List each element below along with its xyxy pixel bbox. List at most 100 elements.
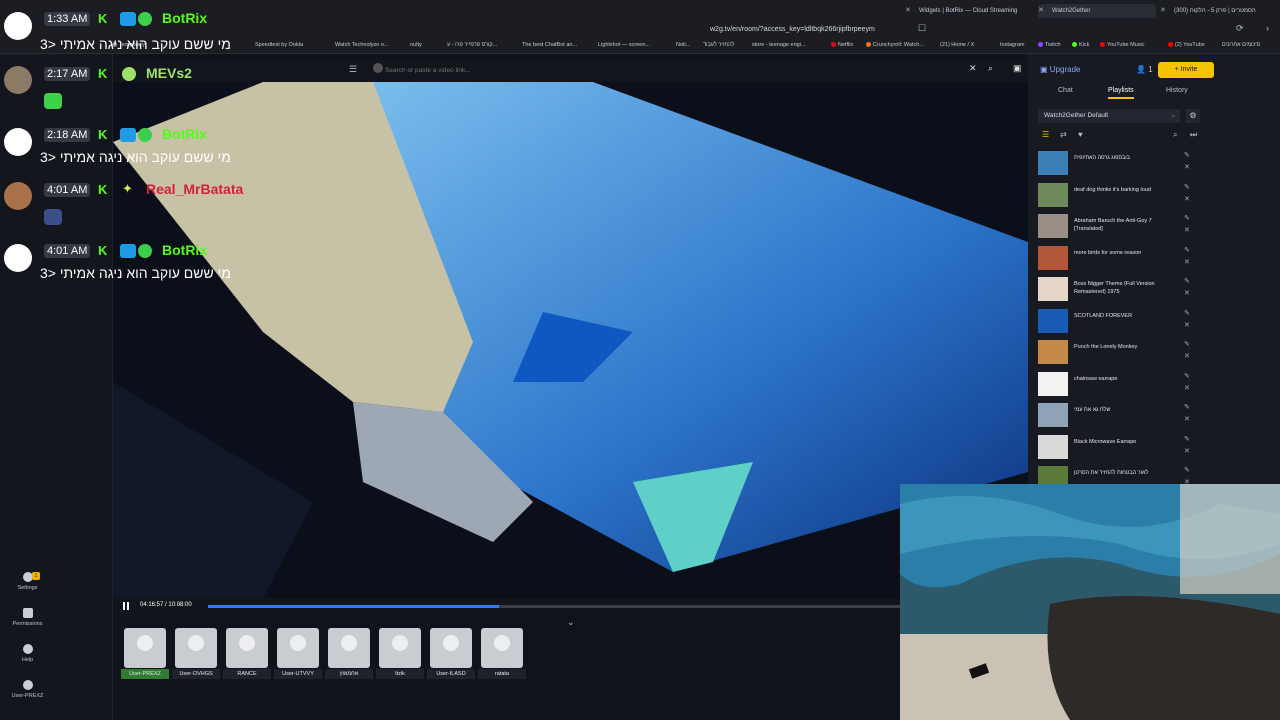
- bookmark[interactable]: Twitch: [1038, 42, 1061, 48]
- close-icon[interactable]: ✕: [905, 4, 911, 18]
- bookmark[interactable]: Crunchyroll: Watch...: [866, 42, 924, 48]
- tab-chat[interactable]: Chat: [1058, 87, 1073, 94]
- people-count[interactable]: 👤 1: [1136, 65, 1153, 74]
- bookmark[interactable]: Netflix: [831, 42, 853, 48]
- playlist-item[interactable]: שלח גא את עמי ✎ ✕: [1036, 402, 1204, 432]
- address-bar[interactable]: w2g.tv/en/room/?access_key=ldltbqk266rji…: [710, 23, 910, 37]
- bookmark[interactable]: להחזיר לעבוד: [703, 42, 734, 48]
- remove-icon[interactable]: ✕: [1184, 321, 1190, 329]
- bookmark[interactable]: nutty: [410, 42, 422, 48]
- upgrade-link[interactable]: ▣ Upgrade: [1040, 65, 1080, 74]
- remove-icon[interactable]: ✕: [1184, 415, 1190, 423]
- playlist-item[interactable]: Black Microwave Earrape ✎ ✕: [1036, 434, 1204, 464]
- edit-icon[interactable]: ✎: [1184, 214, 1190, 222]
- video-thumbnail[interactable]: [1038, 151, 1068, 175]
- user-tile[interactable]: User-OVHGS: [172, 628, 220, 679]
- playlist-item[interactable]: Boss Nigger Theme (Full Version Remaster…: [1036, 276, 1204, 306]
- edit-icon[interactable]: ✎: [1184, 151, 1190, 159]
- video-thumbnail[interactable]: [1038, 371, 1068, 396]
- bookmark[interactable]: סיכומים אחרונים: [1222, 42, 1260, 48]
- sidebar-item-settings[interactable]: 1 Settings: [0, 572, 55, 591]
- remove-icon[interactable]: ✕: [1184, 258, 1190, 266]
- bookmark[interactable]: YouTube Music: [1100, 42, 1145, 48]
- gear-icon[interactable]: ⚙: [1186, 109, 1200, 123]
- search-input[interactable]: [385, 62, 965, 78]
- browser-tab-active[interactable]: ✕ Watch2Gether: [1038, 4, 1156, 18]
- bookmark[interactable]: Watch Technolyze o...: [335, 42, 389, 48]
- reload-icon[interactable]: ⟳: [1236, 23, 1244, 34]
- playlist-item[interactable]: Abraham Baruch the Anti-Goy 7 [Translate…: [1036, 213, 1204, 243]
- edit-icon[interactable]: ✎: [1184, 372, 1190, 380]
- bookmark[interactable]: (21) Home / X: [940, 42, 974, 48]
- clear-icon[interactable]: ✕: [969, 63, 977, 74]
- video-thumbnail[interactable]: [1038, 403, 1068, 427]
- bookmark[interactable]: Instagram: [1000, 42, 1024, 48]
- remove-icon[interactable]: ✕: [1184, 447, 1190, 455]
- user-tile[interactable]: User-ILASD: [427, 628, 475, 679]
- layout-icon[interactable]: ▣: [1013, 63, 1022, 74]
- bookmark[interactable]: Lightshot — screen...: [598, 42, 650, 48]
- video-thumbnail[interactable]: [1038, 214, 1068, 238]
- close-icon[interactable]: ✕: [1038, 4, 1044, 18]
- user-tile[interactable]: User-UTVVY: [274, 628, 322, 679]
- remove-icon[interactable]: ✕: [1184, 195, 1190, 203]
- bookmark[interactable]: Kick: [1072, 42, 1089, 48]
- user-tile[interactable]: אחמאוץ: [325, 628, 373, 679]
- bookmark[interactable]: (2) YouTube: [1168, 42, 1205, 48]
- remove-icon[interactable]: ✕: [1184, 384, 1190, 392]
- heart-icon[interactable]: ♥: [1078, 130, 1083, 139]
- bookmark[interactable]: Noti...: [676, 42, 690, 48]
- sidebar-item-profile[interactable]: User-PREXZ: [0, 680, 55, 699]
- video-thumbnail[interactable]: [1038, 277, 1068, 301]
- shuffle-icon[interactable]: ⇄: [1060, 130, 1067, 139]
- video-thumbnail[interactable]: [1038, 245, 1068, 270]
- user-tile[interactable]: ratata: [478, 628, 526, 679]
- browser-tab[interactable]: ✕ (300) הסמטרים | פרק 5 - הלקוח: [1160, 4, 1276, 18]
- close-icon[interactable]: ✕: [1160, 4, 1166, 18]
- playlist-item[interactable]: chainsaw earrape ✎ ✕: [1036, 371, 1204, 401]
- progress-bar[interactable]: [208, 605, 900, 608]
- bookmark[interactable]: The best ChatBot an...: [522, 42, 577, 48]
- edit-icon[interactable]: ✎: [1184, 403, 1190, 411]
- search-icon[interactable]: ⌕: [988, 63, 993, 74]
- list-icon[interactable]: ☰: [1042, 130, 1049, 139]
- chevron-down-icon[interactable]: ⌄: [567, 617, 575, 628]
- bookmark[interactable]: store - teenage engi...: [752, 42, 806, 48]
- user-tile[interactable]: User-PREXZ: [121, 628, 169, 679]
- video-thumbnail[interactable]: [1038, 434, 1068, 459]
- remove-icon[interactable]: ✕: [1184, 163, 1190, 171]
- video-thumbnail[interactable]: [1038, 308, 1068, 333]
- edit-icon[interactable]: ✎: [1184, 466, 1190, 474]
- user-tile[interactable]: RANCE: [223, 628, 271, 679]
- tab-playlists[interactable]: Playlists: [1108, 87, 1134, 99]
- edit-icon[interactable]: ✎: [1184, 183, 1190, 191]
- playlist-item[interactable]: בובספוג גרסה האתיופית ✎ ✕: [1036, 150, 1204, 180]
- remove-icon[interactable]: ✕: [1184, 226, 1190, 234]
- bookmark-icon[interactable]: ☐: [918, 23, 926, 34]
- skip-icon[interactable]: ⏭: [1190, 130, 1197, 140]
- playlist-select[interactable]: Watch2Gether Default ⌄: [1038, 109, 1180, 123]
- playlist-item[interactable]: Punch the Lonely Monkey ✎ ✕: [1036, 339, 1204, 369]
- forward-icon[interactable]: ›: [1266, 23, 1269, 33]
- bookmark[interactable]: קורס פרמייר פרו - ע...: [447, 42, 497, 48]
- edit-icon[interactable]: ✎: [1184, 435, 1190, 443]
- menu-icon[interactable]: ☰: [349, 64, 357, 75]
- playlist-item[interactable]: deaf dog thinks it's barking loud ✎ ✕: [1036, 182, 1204, 212]
- playlist-item[interactable]: more birds for some reason ✎ ✕: [1036, 245, 1204, 275]
- remove-icon[interactable]: ✕: [1184, 352, 1190, 360]
- video-thumbnail[interactable]: [1038, 182, 1068, 207]
- remove-icon[interactable]: ✕: [1184, 289, 1190, 297]
- pause-icon[interactable]: [123, 602, 129, 610]
- edit-icon[interactable]: ✎: [1184, 277, 1190, 285]
- edit-icon[interactable]: ✎: [1184, 246, 1190, 254]
- search-icon[interactable]: ⌕: [1173, 130, 1177, 140]
- user-tile[interactable]: Itzik: [376, 628, 424, 679]
- invite-button[interactable]: + Invite: [1158, 62, 1214, 78]
- sidebar-item-permissions[interactable]: Permissions: [0, 608, 55, 627]
- video-thumbnail[interactable]: [1038, 340, 1068, 364]
- tab-history[interactable]: History: [1166, 87, 1188, 94]
- edit-icon[interactable]: ✎: [1184, 340, 1190, 348]
- browser-tab[interactable]: ✕ Widgets | BotRix — Cloud Streaming: [905, 4, 1025, 18]
- playlist-item[interactable]: SCOTLAND FOREVER ✎ ✕: [1036, 308, 1204, 338]
- sidebar-item-help[interactable]: Help: [0, 644, 55, 663]
